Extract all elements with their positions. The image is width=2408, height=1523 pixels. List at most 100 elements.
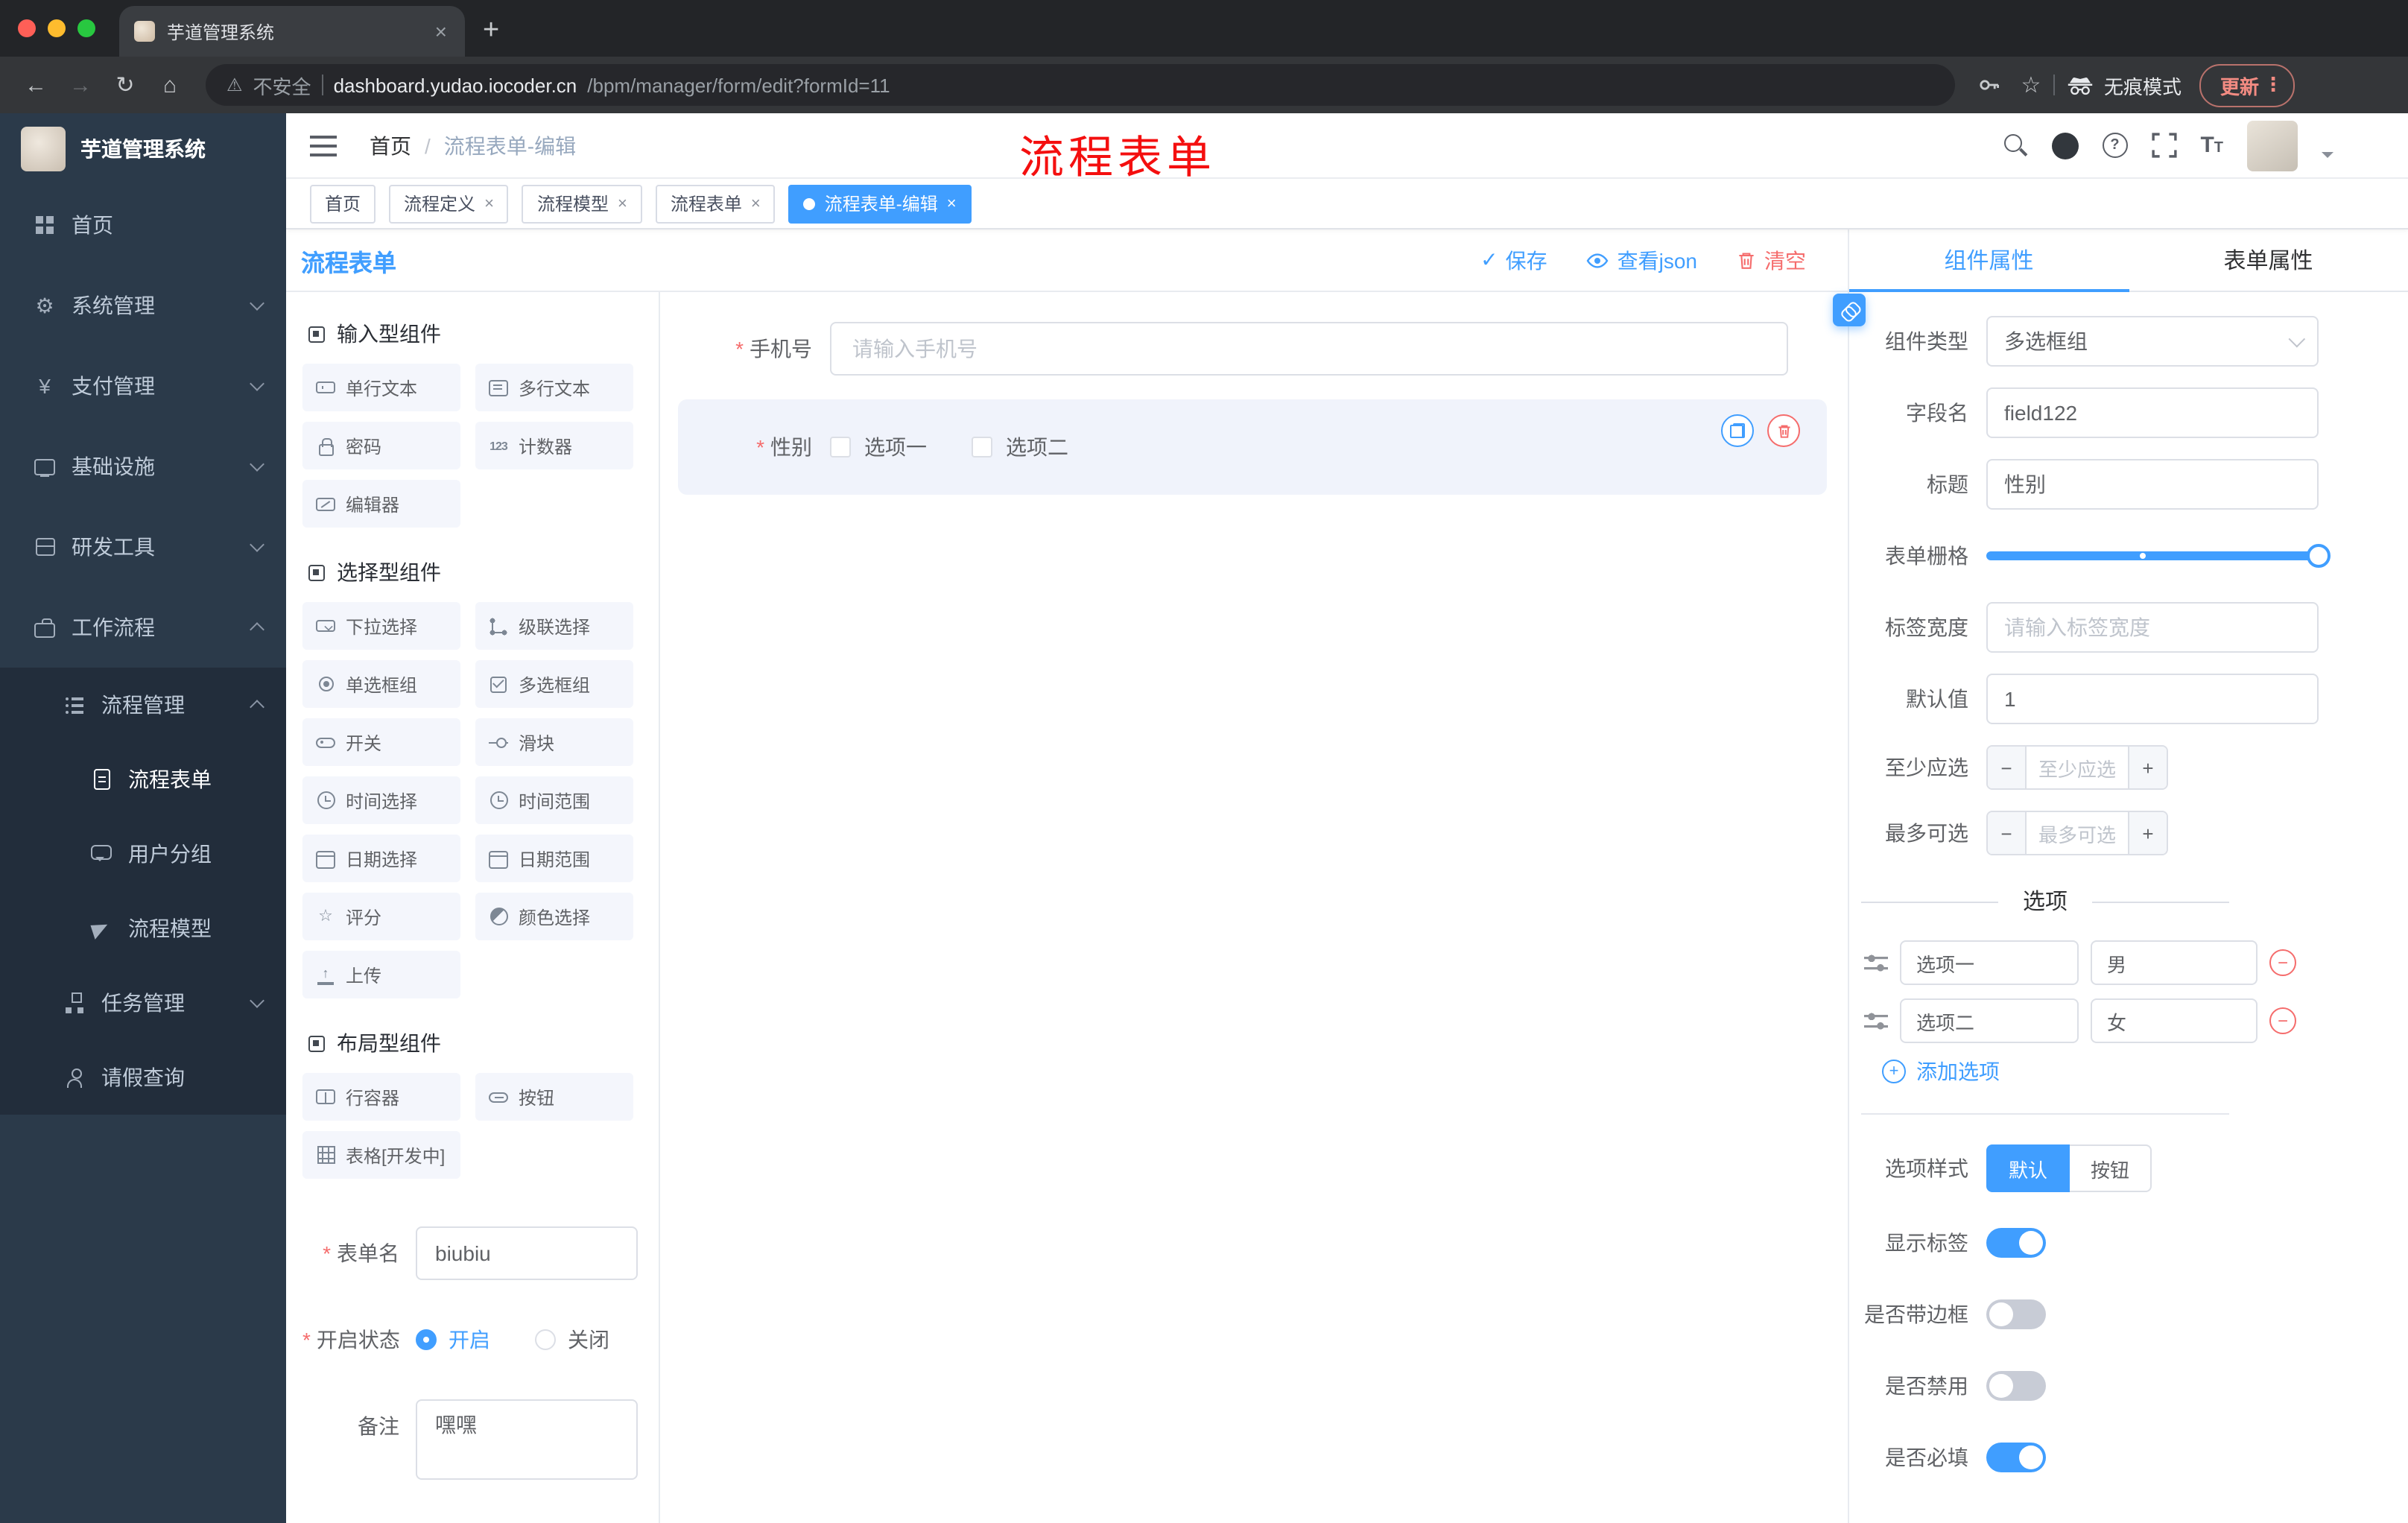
bookmark-star-icon[interactable]: ☆	[2012, 66, 2050, 104]
drag-handle-icon[interactable]	[1864, 954, 1888, 972]
component-radio-group[interactable]: 单选框组	[302, 660, 460, 708]
form-name-input[interactable]	[416, 1226, 638, 1280]
min-select-value[interactable]: 至少应选	[2027, 747, 2128, 788]
tag-home[interactable]: 首页	[310, 184, 376, 223]
new-tab-button[interactable]: +	[483, 16, 499, 45]
default-value-input[interactable]	[1986, 674, 2319, 724]
browser-tab[interactable]: 芋道管理系统 ×	[119, 6, 465, 57]
tag-close-icon[interactable]: ×	[484, 194, 494, 212]
stepper-plus-button[interactable]: +	[2128, 812, 2167, 854]
search-icon[interactable]	[2002, 133, 2027, 158]
browser-update-button[interactable]: 更新 ⋮	[2199, 63, 2295, 107]
clear-button[interactable]: 清空	[1736, 245, 1806, 275]
sidebar-item-process-form[interactable]: 流程表单	[0, 742, 286, 817]
fullscreen-icon[interactable]	[2151, 133, 2177, 158]
tag-process-definition[interactable]: 流程定义 ×	[389, 184, 509, 223]
form-canvas[interactable]: *手机号 *性别 选项一 选项二	[660, 292, 1848, 1523]
stepper-plus-button[interactable]: +	[2128, 747, 2167, 788]
title-input[interactable]	[1986, 459, 2319, 510]
sidebar-item-process-model[interactable]: 流程模型	[0, 891, 286, 966]
view-json-button[interactable]: 查看json	[1586, 245, 1697, 275]
maximize-window-button[interactable]	[77, 19, 95, 37]
style-default-button[interactable]: 默认	[1986, 1144, 2070, 1192]
component-multi-line-text[interactable]: 多行文本	[475, 364, 633, 411]
back-button[interactable]: ←	[15, 64, 57, 106]
tag-process-form[interactable]: 流程表单 ×	[655, 184, 776, 223]
component-single-line-text[interactable]: 单行文本	[302, 364, 460, 411]
component-time-picker[interactable]: 时间选择	[302, 776, 460, 824]
browser-menu-icon[interactable]: ⋮	[2263, 73, 2283, 97]
component-cascader[interactable]: 级联选择	[475, 602, 633, 650]
checkbox-option-2[interactable]: 选项二	[972, 432, 1068, 462]
component-editor[interactable]: 编辑器	[302, 480, 460, 528]
tag-close-icon[interactable]: ×	[618, 194, 627, 212]
font-size-icon[interactable]: TT	[2200, 134, 2223, 156]
browser-home-button[interactable]: ⌂	[149, 64, 191, 106]
component-color-picker[interactable]: 颜色选择	[475, 893, 633, 940]
phone-input[interactable]	[830, 322, 1788, 376]
sidebar-item-leave-query[interactable]: 请假查询	[0, 1040, 286, 1115]
avatar-caret-down-icon[interactable]	[2322, 151, 2333, 163]
style-button-button[interactable]: 按钮	[2070, 1144, 2152, 1192]
show-label-toggle[interactable]	[1986, 1228, 2046, 1258]
remove-option-button[interactable]: −	[2269, 1007, 2296, 1034]
canvas-item-gender[interactable]: * 性别 选项一 选项二	[678, 399, 1827, 495]
slider-handle[interactable]	[2307, 544, 2331, 568]
tag-close-icon[interactable]: ×	[751, 194, 761, 212]
component-time-range[interactable]: 时间范围	[475, 776, 633, 824]
url-bar[interactable]: ⚠ 不安全 dashboard.yudao.iocoder.cn/bpm/man…	[206, 64, 1955, 106]
stepper-minus-button[interactable]: −	[1988, 812, 2027, 854]
copy-item-button[interactable]	[1721, 414, 1754, 447]
tag-process-model[interactable]: 流程模型 ×	[522, 184, 642, 223]
password-key-icon[interactable]	[1970, 66, 2009, 104]
save-button[interactable]: ✓ 保存	[1480, 245, 1547, 275]
forward-button[interactable]: →	[60, 64, 101, 106]
component-date-range[interactable]: 日期范围	[475, 835, 633, 882]
sidebar-item-infrastructure[interactable]: 基础设施	[0, 426, 286, 507]
form-remark-input[interactable]: 嘿嘿	[416, 1399, 638, 1480]
breadcrumb-home[interactable]: 首页	[370, 130, 411, 160]
sidebar-item-system-management[interactable]: ⚙ 系统管理	[0, 265, 286, 346]
sidebar-item-dev-tools[interactable]: 研发工具	[0, 507, 286, 587]
sidebar-item-task-management[interactable]: 任务管理	[0, 966, 286, 1040]
required-toggle[interactable]	[1986, 1443, 2046, 1472]
tab-form-props[interactable]: 表单属性	[2129, 229, 2408, 291]
component-date-picker[interactable]: 日期选择	[302, 835, 460, 882]
security-label[interactable]: 不安全	[253, 71, 311, 99]
component-upload[interactable]: ↑ 上传	[302, 951, 460, 998]
avatar[interactable]	[2247, 120, 2298, 171]
option-1-value-input[interactable]	[2091, 940, 2258, 985]
component-switch[interactable]: 开关	[302, 718, 460, 766]
minimize-window-button[interactable]	[48, 19, 66, 37]
sidebar-item-user-groups[interactable]: 用户分组	[0, 817, 286, 891]
component-button[interactable]: 按钮	[475, 1073, 633, 1121]
tag-close-icon[interactable]: ×	[947, 194, 957, 212]
radio-open[interactable]: 开启	[416, 1313, 490, 1367]
field-name-input[interactable]	[1986, 387, 2319, 438]
help-icon[interactable]: ?	[2102, 133, 2128, 158]
component-type-select[interactable]: 多选框组	[1986, 316, 2319, 367]
tag-process-form-edit[interactable]: 流程表单-编辑 ×	[788, 184, 972, 223]
sidebar-item-home[interactable]: 首页	[0, 185, 286, 265]
link-badge[interactable]	[1833, 294, 1866, 326]
radio-closed[interactable]: 关闭	[535, 1313, 609, 1367]
tab-component-props[interactable]: 组件属性	[1849, 229, 2129, 292]
option-2-label-input[interactable]	[1900, 998, 2079, 1043]
reload-button[interactable]: ↻	[104, 64, 146, 106]
sidebar-toggle-icon[interactable]	[310, 135, 337, 156]
stepper-minus-button[interactable]: −	[1988, 747, 2027, 788]
sidebar-item-workflow[interactable]: 工作流程	[0, 587, 286, 668]
add-option-button[interactable]: + 添加选项	[1882, 1057, 2319, 1086]
component-slider[interactable]: 滑块	[475, 718, 633, 766]
component-password[interactable]: 密码	[302, 422, 460, 469]
slider-track[interactable]	[1986, 544, 2331, 568]
option-1-label-input[interactable]	[1900, 940, 2079, 985]
sidebar-item-process-management[interactable]: 流程管理	[0, 668, 286, 742]
option-2-value-input[interactable]	[2091, 998, 2258, 1043]
component-counter[interactable]: 123 计数器	[475, 422, 633, 469]
checkbox-option-1[interactable]: 选项一	[830, 432, 927, 462]
component-table[interactable]: 表格[开发中]	[302, 1131, 460, 1179]
github-icon[interactable]	[2051, 132, 2079, 159]
component-row-container[interactable]: 行容器	[302, 1073, 460, 1121]
component-checkbox-group[interactable]: 多选框组	[475, 660, 633, 708]
